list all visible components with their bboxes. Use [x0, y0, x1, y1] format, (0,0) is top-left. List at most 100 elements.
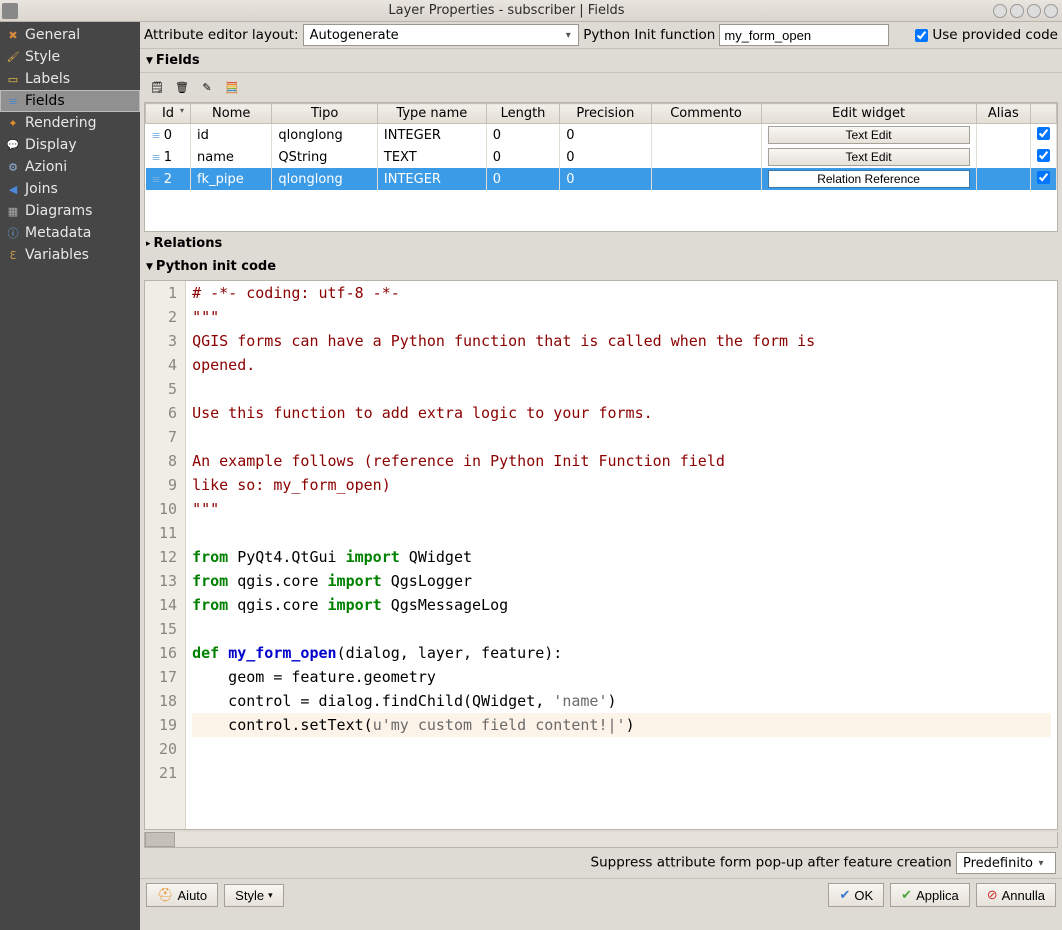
maximize-window-button[interactable]	[1027, 4, 1041, 18]
attr-editor-layout-combo[interactable]: Autogenerate ▾	[303, 24, 580, 46]
attr-editor-layout-label: Attribute editor layout:	[144, 27, 299, 43]
app-icon	[2, 3, 18, 19]
delete-field-button[interactable]: 🗑	[171, 76, 193, 98]
apply-button[interactable]: Applica	[890, 883, 970, 907]
fields-toolbar: 🗒 🗑 ✎ 🧮	[140, 73, 1062, 102]
new-field-button[interactable]: 🗒	[146, 76, 168, 98]
suppress-combo[interactable]: Predefinito ▾	[956, 852, 1056, 874]
sidebar-item-label: Rendering	[25, 115, 97, 131]
sidebar-item-label: Labels	[25, 71, 70, 87]
azioni-icon	[6, 160, 20, 174]
minimize-window-button[interactable]	[1010, 4, 1024, 18]
row-icon	[152, 150, 164, 165]
field-checkbox[interactable]	[1037, 149, 1050, 162]
titlebar: Layer Properties - subscriber | Fields	[0, 0, 1062, 22]
sidebar-item-label: Azioni	[25, 159, 67, 175]
style-button[interactable]: Style ▾	[224, 884, 283, 907]
lifebuoy-icon	[157, 887, 174, 903]
sidebar-item-azioni[interactable]: Azioni	[0, 156, 140, 178]
check-icon	[901, 887, 912, 903]
chevron-down-icon: ▾	[1033, 858, 1049, 869]
sidebar: GeneralStyle Labels Fields Rendering Display…	[0, 22, 140, 930]
check-icon	[839, 887, 850, 903]
bottom-button-bar: Aiuto Style ▾ OK Applica Annulla	[140, 878, 1062, 911]
edit-field-button[interactable]: ✎	[196, 76, 218, 98]
sidebar-item-metadata[interactable]: Metadata	[0, 222, 140, 244]
general-icon	[6, 28, 20, 42]
code-editor[interactable]: 123456789101112131415161718192021 # -*- …	[144, 280, 1058, 830]
field-checkbox[interactable]	[1037, 127, 1050, 140]
row-icon	[152, 128, 164, 143]
metadata-icon	[6, 226, 20, 240]
chevron-down-icon: ▾	[560, 30, 576, 41]
suppress-row: Suppress attribute form pop-up after fea…	[140, 848, 1062, 878]
ok-button-label: OK	[854, 888, 873, 903]
cancel-button-label: Annulla	[1002, 888, 1045, 903]
help-button-label: Aiuto	[178, 888, 208, 903]
suppress-label: Suppress attribute form pop-up after fea…	[591, 855, 952, 871]
sidebar-item-labels[interactable]: Labels	[0, 68, 140, 90]
code-gutter: 123456789101112131415161718192021	[145, 281, 186, 829]
sidebar-item-display[interactable]: Display	[0, 134, 140, 156]
chevron-down-icon: ▼	[146, 262, 153, 272]
attr-editor-layout-value: Autogenerate	[310, 28, 399, 43]
edit-widget-button[interactable]: Text Edit	[768, 126, 970, 144]
code-content[interactable]: # -*- coding: utf-8 -*-"""QGIS forms can…	[186, 281, 1057, 829]
help-window-button[interactable]	[993, 4, 1007, 18]
sidebar-item-label: Variables	[25, 247, 89, 263]
column-header[interactable]: Edit widget	[761, 104, 976, 124]
diagrams-icon	[6, 204, 20, 218]
column-header[interactable]: Length	[486, 104, 559, 124]
edit-widget-button[interactable]: Relation Reference	[768, 170, 970, 188]
chevron-down-icon: ▾	[268, 890, 273, 901]
rendering-icon	[6, 116, 20, 130]
table-row[interactable]: 2fk_pipeqlonglongINTEGER00Relation Refer…	[146, 168, 1057, 190]
sidebar-item-joins[interactable]: Joins	[0, 178, 140, 200]
relations-section-header[interactable]: ▸ Relations	[140, 232, 1062, 255]
column-header[interactable]: Tipo	[272, 104, 378, 124]
column-header[interactable]: Alias	[976, 104, 1030, 124]
style-button-label: Style	[235, 888, 264, 903]
sidebar-item-general[interactable]: General	[0, 24, 140, 46]
table-row[interactable]: 1nameQStringTEXT00Text Edit	[146, 146, 1057, 168]
fields-section-header[interactable]: ▼ Fields	[140, 49, 1062, 73]
horizontal-scrollbar[interactable]	[144, 832, 1058, 848]
suppress-value: Predefinito	[963, 856, 1033, 871]
joins-icon	[6, 182, 20, 196]
column-header[interactable]: Commento	[651, 104, 761, 124]
table-row[interactable]: 0idqlonglongINTEGER00Text Edit	[146, 124, 1057, 147]
fields-section-title: Fields	[156, 53, 200, 68]
cancel-icon	[987, 887, 998, 903]
sidebar-item-label: Fields	[25, 93, 65, 109]
field-calculator-button[interactable]: 🧮	[221, 76, 243, 98]
sidebar-item-diagrams[interactable]: Diagrams	[0, 200, 140, 222]
close-window-button[interactable]	[1044, 4, 1058, 18]
python-init-input[interactable]	[719, 24, 889, 46]
help-button[interactable]: Aiuto	[146, 883, 218, 907]
sidebar-item-label: Diagrams	[25, 203, 92, 219]
cancel-button[interactable]: Annulla	[976, 883, 1056, 907]
row-icon	[152, 172, 164, 187]
sidebar-item-fields[interactable]: Fields	[0, 90, 140, 112]
edit-widget-button[interactable]: Text Edit	[768, 148, 970, 166]
sidebar-item-label: Display	[25, 137, 77, 153]
column-header[interactable]: Precision	[560, 104, 651, 124]
use-provided-code-checkbox[interactable]	[915, 29, 928, 42]
chevron-right-icon: ▸	[146, 239, 151, 249]
column-header[interactable]: Id▾	[146, 104, 191, 124]
fields-table[interactable]: Id▾NomeTipoType nameLengthPrecisionComme…	[144, 102, 1058, 232]
column-header[interactable]: Type name	[377, 104, 486, 124]
labels-icon	[6, 72, 20, 86]
python-init-label: Python Init function	[583, 27, 715, 43]
variables-icon	[6, 248, 20, 262]
column-header[interactable]: Nome	[190, 104, 271, 124]
sidebar-item-label: Joins	[25, 181, 58, 197]
sidebar-item-style[interactable]: Style	[0, 46, 140, 68]
sidebar-item-rendering[interactable]: Rendering	[0, 112, 140, 134]
relations-section-title: Relations	[154, 236, 223, 251]
ok-button[interactable]: OK	[828, 883, 884, 907]
python-init-code-header[interactable]: ▼ Python init code	[140, 255, 1062, 278]
field-checkbox[interactable]	[1037, 171, 1050, 184]
sidebar-item-variables[interactable]: Variables	[0, 244, 140, 266]
column-header[interactable]	[1031, 104, 1057, 124]
